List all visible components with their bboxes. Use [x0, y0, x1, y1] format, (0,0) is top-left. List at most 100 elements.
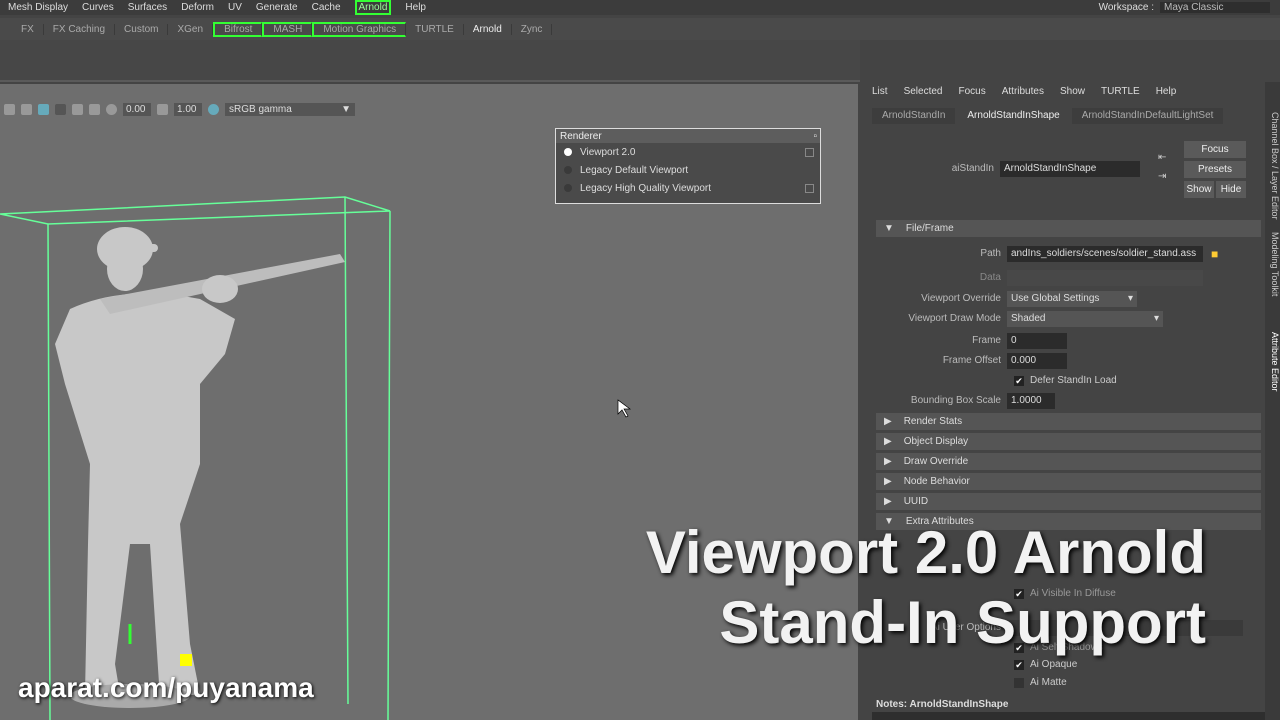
notes-label: Notes: ArnoldStandInShape [876, 699, 1009, 710]
data-field[interactable] [1007, 269, 1203, 286]
load-attributes-icon[interactable]: ⇤ [1158, 152, 1166, 163]
menu-selected[interactable]: Selected [904, 86, 943, 97]
shelf-tab-fx-caching[interactable]: FX Caching [44, 23, 116, 35]
menu-cache[interactable]: Cache [312, 2, 341, 13]
shelf-tab-custom[interactable]: Custom [115, 23, 169, 35]
section-render-stats[interactable]: ▶ Render Stats [876, 413, 1261, 430]
menu-mesh-display[interactable]: Mesh Display [8, 2, 68, 13]
focus-button[interactable]: Focus [1184, 141, 1246, 158]
section-draw-override[interactable]: ▶ Draw Override [876, 453, 1261, 470]
menu-focus[interactable]: Focus [958, 86, 985, 97]
shelf-tab-zync[interactable]: Zync [512, 23, 553, 35]
renderer-popup: Renderer ▫ Viewport 2.0 Legacy Default Vi… [555, 128, 821, 204]
shelf-tab-arnold[interactable]: Arnold [464, 23, 512, 35]
folder-icon[interactable]: ■ [1211, 247, 1218, 261]
options-box-icon[interactable] [805, 183, 814, 193]
shelf-tab-mash[interactable]: MASH [262, 21, 313, 37]
light-icon[interactable] [4, 103, 15, 115]
tab-channel-box[interactable]: Channel Box / Layer Editor [1265, 112, 1280, 220]
frame-field[interactable]: 0 [1007, 332, 1067, 349]
draw-mode-dropdown[interactable]: Shaded ▾ [1007, 310, 1163, 327]
section-title: Render Stats [903, 416, 963, 427]
shelf-area [0, 40, 860, 82]
manipulator-handle[interactable] [180, 654, 192, 666]
node-name-field[interactable]: ArnoldStandInShape [1000, 160, 1140, 177]
tab-light-set[interactable]: ArnoldStandInDefaultLightSet [1071, 108, 1224, 124]
menu-show[interactable]: Show [1060, 86, 1085, 97]
viewport-toolbar: 0.00 1.00 sRGB gamma ▼ [0, 100, 440, 118]
close-icon[interactable]: ▫ [813, 131, 817, 142]
menu-deform[interactable]: Deform [181, 2, 214, 13]
defer-load-checkbox[interactable]: ✔ [1014, 375, 1024, 386]
frame-icon[interactable] [89, 103, 100, 115]
section-node-behavior[interactable]: ▶ Node Behavior [876, 473, 1261, 490]
isolate-icon[interactable] [55, 103, 66, 115]
color-management-icon[interactable] [208, 103, 219, 115]
matte-label: Ai Matte [1030, 677, 1067, 688]
section-uuid[interactable]: ▶ UUID [876, 493, 1261, 510]
menu-surfaces[interactable]: Surfaces [128, 2, 167, 13]
section-title: File/Frame [905, 223, 954, 234]
viewport-override-label: Viewport Override [921, 293, 1001, 304]
shelf-tab-bifrost[interactable]: Bifrost [213, 21, 263, 37]
menu-attributes[interactable]: Attributes [1002, 86, 1044, 97]
path-field[interactable]: andIns_soldiers/scenes/soldier_stand.ass [1007, 245, 1203, 262]
opaque-checkbox[interactable]: ✔ [1014, 659, 1024, 670]
frame-offset-label: Frame Offset [942, 355, 1001, 366]
menu-uv[interactable]: UV [228, 2, 242, 13]
xray-icon[interactable] [38, 103, 49, 115]
menu-help[interactable]: Help [1156, 86, 1177, 97]
expanded-icon: ▼ [884, 223, 894, 234]
option-label: Legacy High Quality Viewport [580, 182, 711, 194]
tab-arnold-standin[interactable]: ArnoldStandIn [872, 108, 956, 124]
dropdown-value: Use Global Settings [1011, 292, 1100, 304]
data-label: Data [979, 272, 1001, 283]
renderer-option-viewport2[interactable]: Viewport 2.0 [556, 143, 820, 161]
shadow-icon[interactable] [21, 103, 32, 115]
hide-button[interactable]: Hide [1216, 181, 1246, 198]
viewport-override-dropdown[interactable]: Use Global Settings ▾ [1007, 290, 1137, 307]
collapsed-icon: ▶ [884, 496, 892, 507]
notes-field[interactable] [872, 712, 1267, 720]
draw-mode-label: Viewport Draw Mode [908, 313, 1001, 324]
aperture-icon[interactable] [106, 103, 117, 115]
chevron-down-icon: ▾ [1153, 312, 1159, 324]
section-object-display[interactable]: ▶ Object Display [876, 433, 1261, 450]
menu-help[interactable]: Help [405, 2, 426, 13]
renderer-option-legacy-hq[interactable]: Legacy High Quality Viewport [556, 179, 820, 197]
workspace-dropdown[interactable]: Maya Classic [1160, 2, 1270, 13]
presets-button[interactable]: Presets [1184, 161, 1246, 178]
tab-arnold-standin-shape[interactable]: ArnoldStandInShape [957, 108, 1070, 124]
shelf-tab-motion-graphics[interactable]: Motion Graphics [312, 21, 407, 37]
chevron-down-icon: ▾ [1127, 292, 1133, 304]
menu-generate[interactable]: Generate [256, 2, 298, 13]
shelf-tab-xgen[interactable]: XGen [168, 23, 214, 35]
side-tabs: Channel Box / Layer Editor Modeling Tool… [1265, 82, 1280, 720]
radio-icon [564, 166, 572, 174]
workspace-selector: Workspace : Maya Classic [1099, 0, 1280, 15]
menu-curves[interactable]: Curves [82, 2, 114, 13]
shelf-tab-fx[interactable]: FX [12, 23, 44, 35]
select-icon[interactable] [72, 103, 83, 115]
radio-icon [564, 184, 572, 192]
frame-offset-field[interactable]: 0.000 [1007, 352, 1067, 369]
bbox-scale-field[interactable]: 1.0000 [1007, 392, 1055, 409]
watermark: aparat.com/puyanama [18, 672, 314, 703]
copy-tab-icon[interactable]: ⇥ [1158, 171, 1166, 182]
dropdown-value: Shaded [1011, 312, 1046, 324]
color-space-dropdown[interactable]: sRGB gamma ▼ [225, 102, 355, 116]
options-box-icon[interactable] [805, 147, 814, 157]
exposure-field[interactable]: 0.00 [123, 102, 151, 116]
tab-modeling-toolkit[interactable]: Modeling Toolkit [1265, 232, 1280, 296]
menu-turtle[interactable]: TURTLE [1101, 86, 1140, 97]
renderer-option-legacy-default[interactable]: Legacy Default Viewport [556, 161, 820, 179]
menu-list[interactable]: List [872, 86, 888, 97]
section-file-frame[interactable]: ▼ File/Frame [876, 220, 1261, 237]
tab-attribute-editor[interactable]: Attribute Editor [1265, 332, 1280, 392]
show-button[interactable]: Show [1184, 181, 1214, 198]
shelf-tab-turtle[interactable]: TURTLE [406, 23, 464, 35]
matte-checkbox[interactable] [1014, 677, 1024, 688]
menu-arnold[interactable]: Arnold [354, 0, 392, 15]
gamma-field[interactable]: 1.00 [174, 102, 202, 116]
opaque-label: Ai Opaque [1030, 659, 1078, 670]
